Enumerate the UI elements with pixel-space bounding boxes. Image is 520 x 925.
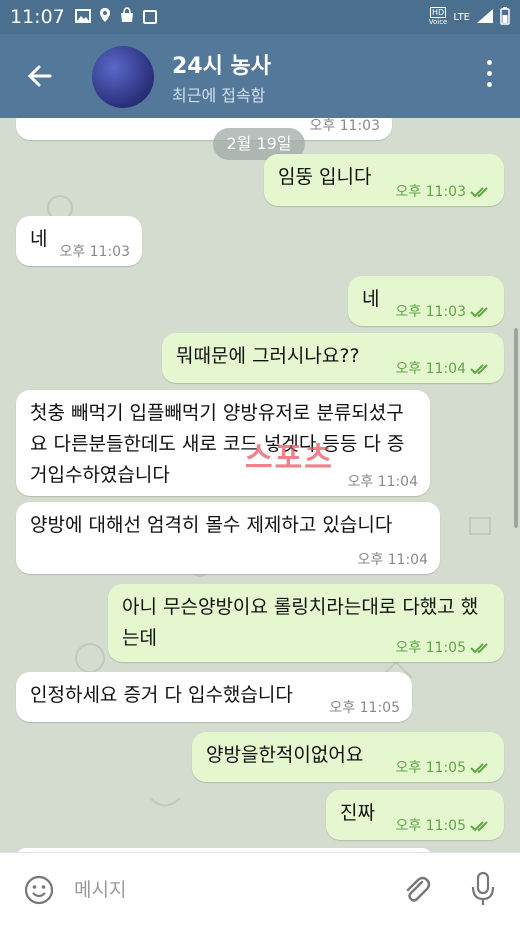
chat-title[interactable]: 24시 농사 <box>172 48 271 80</box>
message-bubble-outgoing[interactable]: 진짜 오후 11:05 <box>326 790 504 840</box>
paperclip-icon[interactable] <box>400 873 432 905</box>
message-bubble-outgoing[interactable]: 양방을한적이없어요 오후 11:05 <box>192 732 504 782</box>
message-time: 오후 11:04 <box>357 552 428 568</box>
avatar[interactable] <box>92 46 154 108</box>
message-bubble-outgoing[interactable]: 뭐때문에 그러시나요?? 오후 11:04 <box>162 333 504 383</box>
message-time: 오후 11:04 <box>395 361 466 377</box>
message-text: 뭐때문에 그러시나요?? <box>176 345 360 367</box>
message-bubble-incoming[interactable]: 오후 11:03 <box>16 118 392 140</box>
message-text: 임뚱 입니다 <box>278 166 372 188</box>
hd-voice-icon: HD Voice <box>428 7 448 26</box>
message-bubble-incoming[interactable]: 양방에 대해선 엄격히 몰수 제제하고 있습니다 오후 11:04 <box>16 502 440 574</box>
message-bubble-outgoing[interactable]: 임뚱 입니다 오후 11:03 <box>264 154 504 206</box>
message-text: 양방에 대해선 엄격히 몰수 제제하고 있습니다 <box>30 514 393 536</box>
double-check-icon <box>470 307 488 318</box>
double-check-icon <box>470 763 488 774</box>
message-time: 오후 11:05 <box>395 640 466 656</box>
message-time: 오후 11:03 <box>395 304 466 320</box>
message-bubble-incoming[interactable]: 네 오후 11:03 <box>16 216 142 266</box>
scrollbar[interactable] <box>514 328 518 528</box>
message-bubble-incoming[interactable]: 인정하세요 증거 다 입수했습니다 오후 11:05 <box>16 672 412 722</box>
message-time: 오후 11:05 <box>329 700 400 716</box>
location-icon <box>99 7 111 27</box>
message-time: 오후 11:04 <box>347 474 418 490</box>
message-text: 인정하세요 증거 다 입수했습니다 <box>30 684 293 706</box>
back-arrow-icon[interactable] <box>26 62 54 90</box>
message-time: 오후 11:05 <box>395 818 466 834</box>
message-list[interactable]: 오후 11:03 2월 19일 임뚱 입니다 오후 11:03 네 오후 11:… <box>0 118 520 852</box>
signal-icon <box>476 8 494 27</box>
message-bubble-incoming[interactable]: 첫충 빼먹기 입플빼먹기 양방유저로 분류되셨구요 다른분들한데도 새로 코드 … <box>16 390 430 496</box>
battery-icon <box>500 6 510 28</box>
message-time: 오후 11:03 <box>59 244 130 260</box>
message-text: 네 <box>30 228 48 250</box>
message-input[interactable]: 메시지 <box>74 875 126 902</box>
microphone-icon[interactable] <box>468 871 498 907</box>
message-bubble-outgoing[interactable]: 네 오후 11:03 <box>348 276 504 326</box>
app-icon <box>142 10 157 24</box>
gallery-icon <box>74 8 91 27</box>
message-composer: 메시지 <box>0 852 520 925</box>
message-time: 오후 11:03 <box>395 184 466 200</box>
message-bubble-outgoing[interactable]: 아니 무슨양방이요 롤링치라는대로 다했고 했는데 오후 11:05 <box>108 584 504 662</box>
bag-icon <box>119 7 135 27</box>
message-text: 진짜 <box>340 802 375 824</box>
status-bar: 11:07 HD Voice LTE <box>0 0 520 34</box>
double-check-icon <box>470 643 488 654</box>
double-check-icon <box>470 821 488 832</box>
status-time: 11:07 <box>10 6 65 28</box>
watermark: 스포츠 <box>245 441 334 476</box>
message-time: 오후 11:05 <box>395 760 466 776</box>
message-time: 오후 11:03 <box>309 118 380 134</box>
double-check-icon <box>470 364 488 375</box>
lte-icon: LTE <box>453 11 470 23</box>
message-text: 네 <box>362 288 380 310</box>
chat-header: 24시 농사 최근에 접속함 <box>0 34 520 118</box>
double-check-icon <box>470 187 488 198</box>
more-options-icon[interactable] <box>486 60 494 92</box>
message-text: 양방을한적이없어요 <box>206 744 364 766</box>
emoji-icon[interactable] <box>24 875 54 905</box>
last-seen-status: 최근에 접속함 <box>172 86 266 105</box>
